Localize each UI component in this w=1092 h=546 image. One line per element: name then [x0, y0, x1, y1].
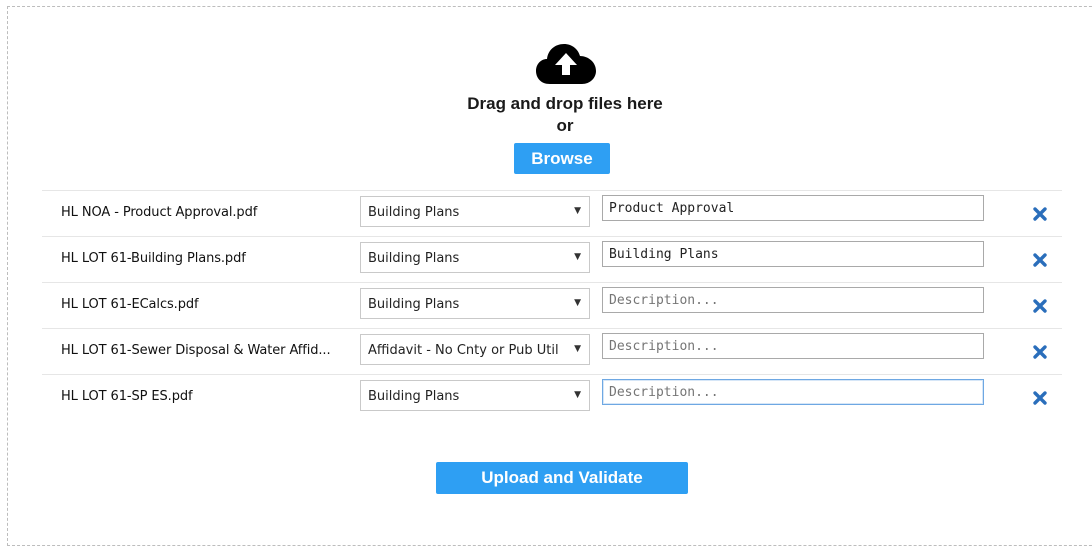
- description-input[interactable]: [602, 379, 984, 405]
- remove-file-icon[interactable]: [1032, 390, 1048, 406]
- document-type-value: Building Plans: [368, 389, 460, 404]
- file-row: HL LOT 61-SP ES.pdf Building Plans ▼: [42, 374, 1062, 420]
- remove-file-icon[interactable]: [1032, 252, 1048, 268]
- browse-button[interactable]: Browse: [514, 143, 610, 174]
- document-type-select[interactable]: Building Plans ▼: [360, 380, 590, 411]
- file-name: HL LOT 61-ECalcs.pdf: [61, 297, 199, 312]
- cloud-upload-icon: [536, 44, 596, 84]
- file-row: HL LOT 61-ECalcs.pdf Building Plans ▼: [42, 282, 1062, 328]
- description-input[interactable]: [602, 287, 984, 313]
- upload-and-validate-button[interactable]: Upload and Validate: [436, 462, 688, 494]
- file-row: HL LOT 61-Sewer Disposal & Water Affid..…: [42, 328, 1062, 374]
- document-type-select[interactable]: Affidavit - No Cnty or Pub Util ▼: [360, 334, 590, 365]
- dropdown-arrow-icon: ▼: [574, 390, 581, 400]
- document-type-value: Building Plans: [368, 297, 460, 312]
- remove-file-icon[interactable]: [1032, 298, 1048, 314]
- dropdown-arrow-icon: ▼: [574, 298, 581, 308]
- document-type-value: Building Plans: [368, 251, 460, 266]
- document-type-select[interactable]: Building Plans ▼: [360, 242, 590, 273]
- file-row: HL LOT 61-Building Plans.pdf Building Pl…: [42, 236, 1062, 282]
- drag-drop-instruction: Drag and drop files here: [467, 94, 663, 113]
- description-input[interactable]: [602, 241, 984, 267]
- file-name: HL LOT 61-SP ES.pdf: [61, 389, 193, 404]
- document-type-select[interactable]: Building Plans ▼: [360, 288, 590, 319]
- document-type-select[interactable]: Building Plans ▼: [360, 196, 590, 227]
- or-separator: or: [556, 116, 574, 135]
- description-input[interactable]: [602, 195, 984, 221]
- description-input[interactable]: [602, 333, 984, 359]
- dropdown-arrow-icon: ▼: [574, 344, 581, 354]
- dropdown-arrow-icon: ▼: [574, 252, 581, 262]
- remove-file-icon[interactable]: [1032, 206, 1048, 222]
- remove-file-icon[interactable]: [1032, 344, 1048, 360]
- file-name: HL LOT 61-Sewer Disposal & Water Affid..…: [61, 343, 331, 358]
- file-list: HL NOA - Product Approval.pdf Building P…: [42, 190, 1062, 420]
- dropdown-arrow-icon: ▼: [574, 206, 581, 216]
- file-name: HL NOA - Product Approval.pdf: [61, 205, 258, 220]
- document-type-value: Building Plans: [368, 205, 460, 220]
- file-name: HL LOT 61-Building Plans.pdf: [61, 251, 246, 266]
- file-row: HL NOA - Product Approval.pdf Building P…: [42, 190, 1062, 236]
- document-type-value: Affidavit - No Cnty or Pub Util: [368, 343, 559, 358]
